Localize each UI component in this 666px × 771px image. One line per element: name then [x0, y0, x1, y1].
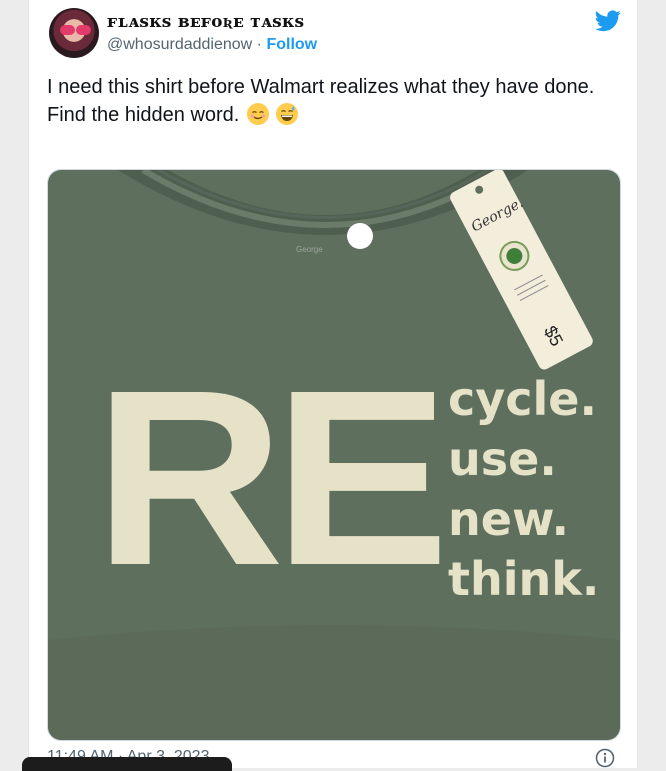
twitter-bird-icon[interactable]	[595, 10, 621, 32]
shirt-word-new: new.	[448, 492, 569, 546]
author-name[interactable]: ꜰʟᴀꜱᴋꜱ ʙᴇꜰᴏʀᴇ ᴛᴀꜱᴋꜱ	[107, 12, 304, 32]
tweet-card: ꜰʟᴀꜱᴋꜱ ʙᴇꜰᴏʀᴇ ᴛᴀꜱᴋꜱ @whosurdaddienow · F…	[28, 0, 638, 768]
follow-button[interactable]: Follow	[266, 36, 317, 53]
shirt-word-think: think.	[448, 552, 599, 606]
author-avatar[interactable]	[49, 8, 99, 58]
shirt-word-use: use.	[448, 432, 557, 486]
tweet-photo[interactable]: George George. $5 RE cycle. use. new. th…	[47, 169, 621, 741]
author-handle[interactable]: @whosurdaddienow	[107, 36, 252, 53]
tweet-text-line-1: I need this shirt before Walmart realize…	[47, 76, 595, 98]
author-handle-row: @whosurdaddienow · Follow	[107, 36, 317, 54]
relieved-face-emoji-icon	[246, 103, 269, 125]
tweet-text: I need this shirt before Walmart realize…	[47, 74, 617, 128]
bottom-overlay-bar	[22, 757, 232, 771]
tweet-text-line-2-text: Find the hidden word.	[47, 104, 240, 126]
shirt-word-cycle: cycle.	[448, 372, 597, 426]
avatar-sunglasses-left	[60, 25, 75, 35]
grinning-sweat-emoji-icon	[276, 103, 299, 125]
svg-text:George: George	[296, 245, 323, 254]
shirt-print-re: RE	[94, 338, 439, 617]
separator-dot: ·	[256, 36, 262, 53]
shirt-photo-graphic: George George. $5 RE cycle. use. new. th…	[48, 170, 620, 740]
white-dot	[347, 223, 373, 249]
avatar-sunglasses-right	[76, 25, 91, 35]
tweet-text-line-2: Find the hidden word.	[47, 102, 617, 128]
info-icon[interactable]	[595, 748, 615, 768]
